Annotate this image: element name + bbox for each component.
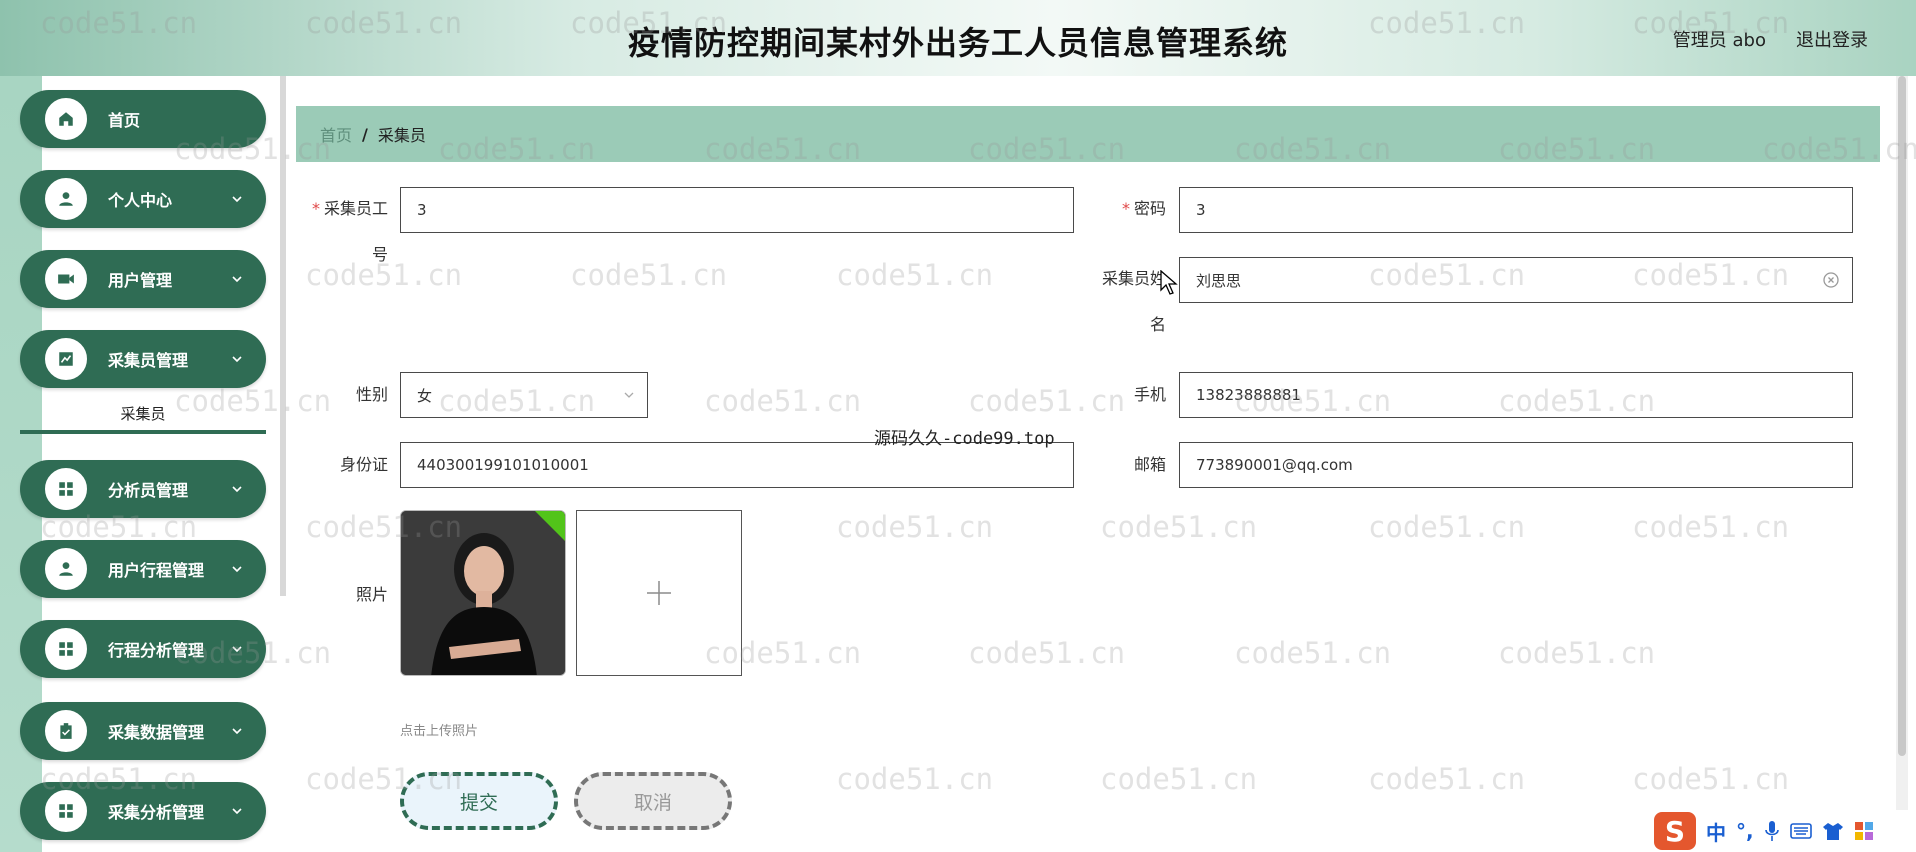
main-scrollbar[interactable] [1898, 76, 1906, 756]
sidebar-item-home[interactable]: 首页 [20, 90, 266, 148]
sidebar-item-label: 用户管理 [108, 271, 173, 290]
sidebar-item-label: 分析员管理 [108, 481, 189, 500]
keyboard-icon[interactable] [1789, 822, 1812, 840]
sidebar-item-analysts[interactable]: 分析员管理 [20, 460, 266, 518]
breadcrumb-separator: / [362, 124, 368, 144]
chevron-down-icon [232, 808, 242, 815]
chevron-down-icon [624, 392, 634, 398]
uploaded-photo[interactable] [400, 510, 566, 676]
upload-hint: 点击上传照片 [400, 724, 479, 739]
collector-id-label: * 采集员工 [311, 199, 388, 218]
sidebar-item-label: 个人中心 [108, 191, 173, 210]
chevron-down-icon [232, 646, 242, 653]
breadcrumb-current: 采集员 [377, 126, 426, 145]
chevron-down-icon [232, 486, 242, 493]
grid-icon [42, 465, 90, 513]
sidebar-item-label: 采集分析管理 [108, 803, 205, 822]
current-user: 管理员 abo [1672, 30, 1766, 51]
password-label: * 密码 [1121, 199, 1166, 218]
collector-name-input[interactable]: 刘思思 [1179, 257, 1853, 303]
chevron-down-icon [232, 728, 242, 735]
person-icon [42, 175, 90, 223]
breadcrumb-home[interactable]: 首页 [320, 122, 352, 146]
logout-link[interactable]: 退出登录 [1796, 26, 1868, 52]
cancel-button[interactable]: 取消 [574, 772, 732, 830]
sidebar-item-label: 采集员管理 [108, 351, 189, 370]
sidebar-item-users[interactable]: 用户管理 [20, 250, 266, 308]
breadcrumb: 首页 / 采集员 [296, 106, 1880, 162]
required-mark: * [311, 199, 320, 218]
sidebar-item-label: 采集数据管理 [108, 723, 205, 742]
video-icon [42, 255, 90, 303]
email-input[interactable]: 773890001@qq.com [1179, 442, 1853, 488]
header: 疫情防控期间某村外出务工人员信息管理系统 管理员 abo 退出登录 [0, 0, 1916, 76]
sidebar-scrollbar[interactable] [280, 76, 286, 596]
person-icon [42, 545, 90, 593]
sidebar-item-collected-data[interactable]: 采集数据管理 [20, 702, 266, 760]
ime-logo-icon[interactable]: S [1654, 812, 1696, 850]
mouse-cursor-icon [1160, 270, 1178, 295]
gender-select[interactable]: 女 [400, 372, 648, 418]
collector-name-label: 采集员姓 [1101, 269, 1166, 288]
skin-icon[interactable] [1822, 821, 1844, 841]
collector-name-value: 刘思思 [1196, 271, 1242, 290]
phone-input[interactable]: 13823888881 [1179, 372, 1853, 418]
chevron-down-icon [232, 276, 242, 283]
phone-label: 手机 [1133, 385, 1166, 404]
ime-mode-toggle[interactable]: 中 [1706, 817, 1726, 846]
chart-icon [42, 335, 90, 383]
ime-toolbar: S 中 °, [1648, 810, 1916, 852]
upload-success-mark [535, 511, 565, 541]
grid-icon [42, 787, 90, 835]
clear-icon[interactable] [1822, 271, 1840, 289]
plus-icon [647, 581, 671, 605]
sidebar-item-label: 首页 [108, 111, 141, 130]
collector-id-label-cont: 号 [371, 245, 388, 264]
chevron-down-icon [232, 356, 242, 363]
chevron-down-icon [232, 566, 242, 573]
chevron-down-icon [232, 196, 242, 203]
photo-upload-button[interactable] [576, 510, 742, 676]
password-input[interactable]: 3 [1179, 187, 1853, 233]
sidebar-item-collectors[interactable]: 采集员管理 [20, 330, 266, 388]
ime-punctuation-toggle[interactable]: °, [1736, 819, 1754, 843]
sidebar-item-user-trips[interactable]: 用户行程管理 [20, 540, 266, 598]
required-mark: * [1121, 199, 1130, 218]
email-label: 邮箱 [1133, 455, 1166, 474]
gender-value: 女 [417, 386, 433, 405]
collector-name-label-cont: 名 [1149, 315, 1166, 334]
sidebar-item-label: 用户行程管理 [108, 561, 205, 580]
sidebar-item-trip-analysis[interactable]: 行程分析管理 [20, 620, 266, 678]
toolbox-icon[interactable] [1854, 821, 1874, 841]
photo-label: 照片 [355, 585, 388, 604]
idcard-input[interactable]: 440300199101010001 [400, 442, 1074, 488]
microphone-icon[interactable] [1764, 820, 1780, 842]
clipboard-icon [42, 707, 90, 755]
system-title: 疫情防控期间某村外出务工人员信息管理系统 [627, 24, 1288, 62]
idcard-label: 身份证 [339, 455, 388, 474]
grid-icon [42, 625, 90, 673]
submit-button[interactable]: 提交 [400, 772, 558, 830]
sidebar-item-profile[interactable]: 个人中心 [20, 170, 266, 228]
sidebar-item-label: 行程分析管理 [108, 641, 205, 660]
sidebar-item-collection-analysis[interactable]: 采集分析管理 [20, 782, 266, 840]
gender-label: 性别 [355, 385, 388, 404]
home-icon [42, 95, 90, 143]
sidebar-subitem-collector[interactable]: 采集员 [20, 396, 266, 434]
collector-id-input[interactable]: 3 [400, 187, 1074, 233]
